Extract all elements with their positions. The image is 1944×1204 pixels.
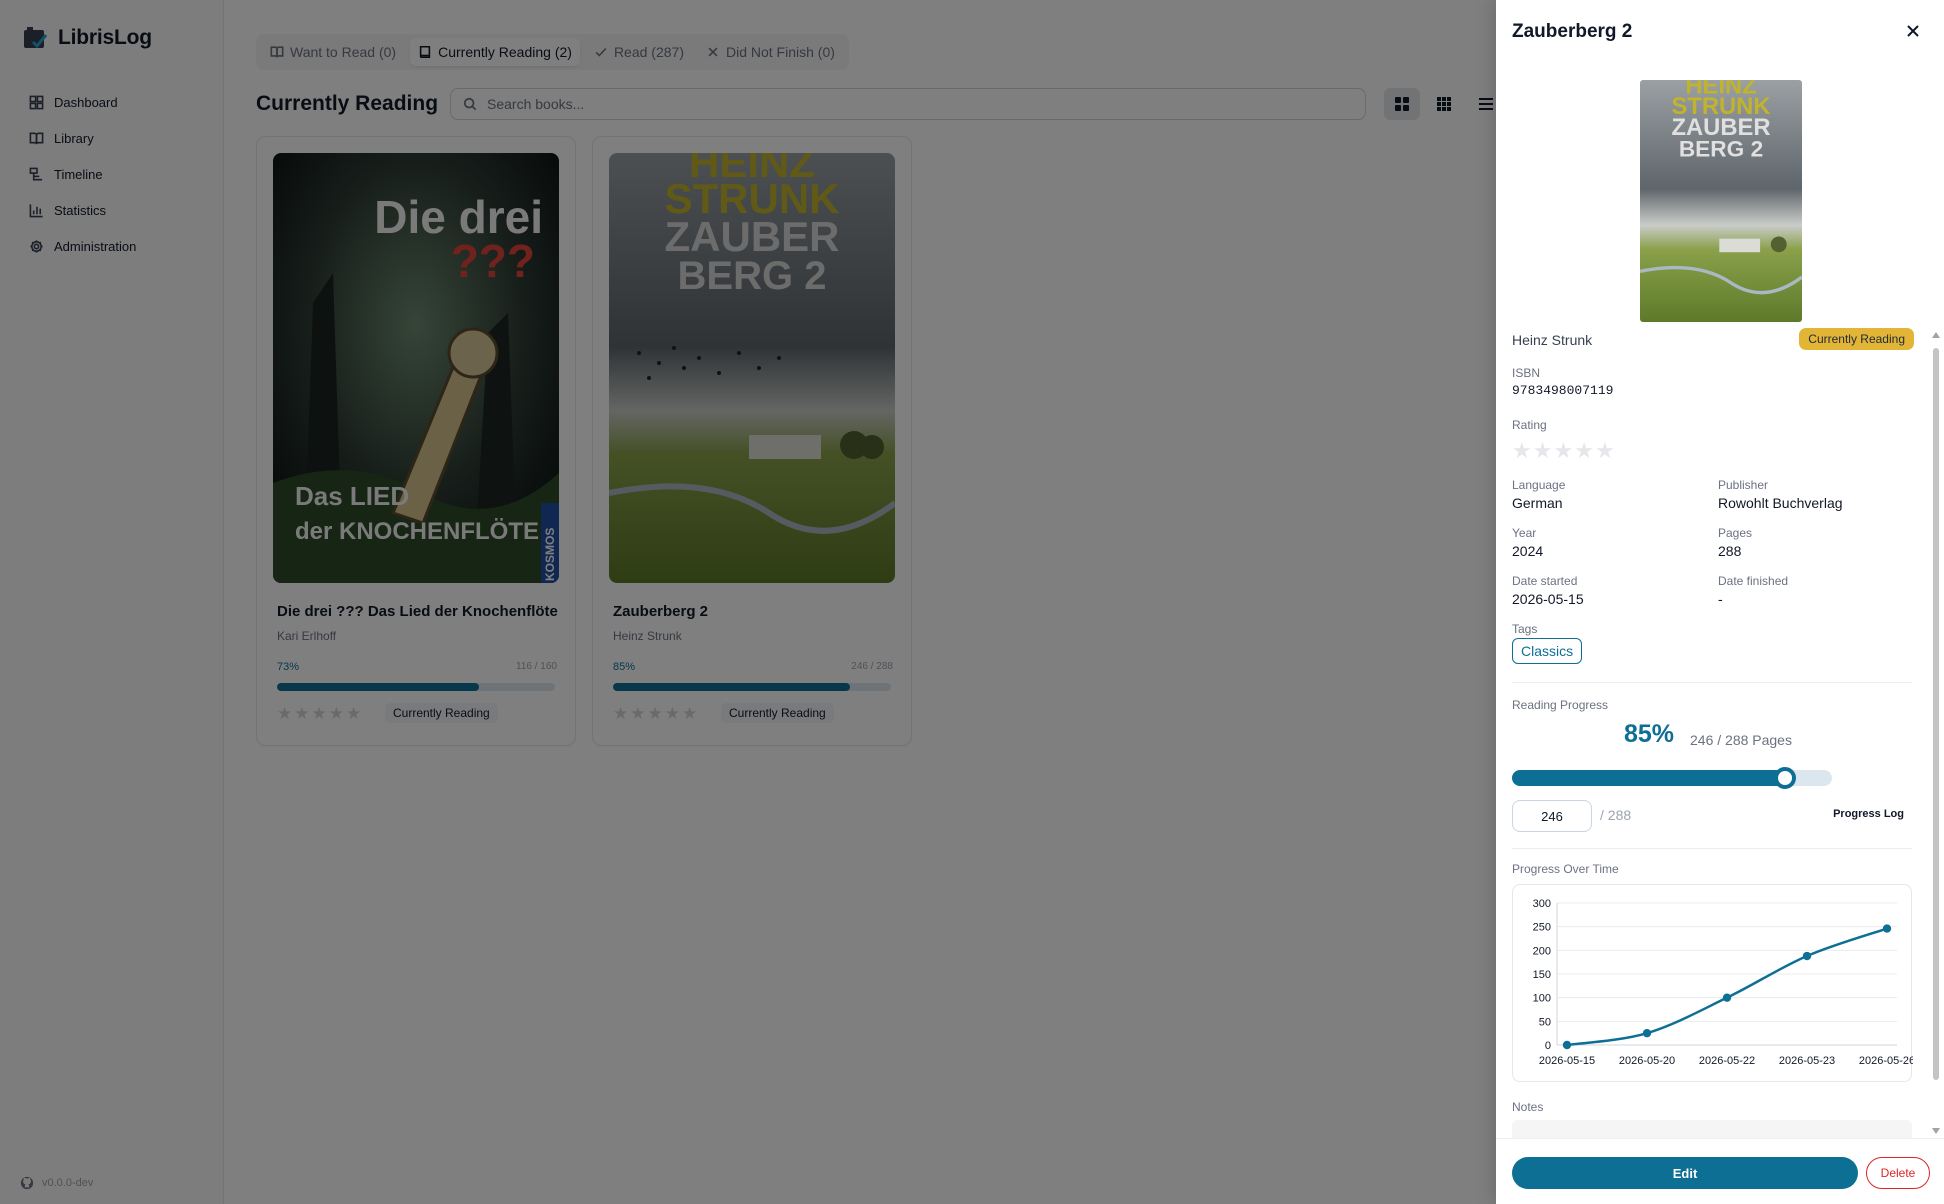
- chart-y-tick-label: 300: [1533, 898, 1551, 910]
- chart-y-tick-label: 100: [1533, 993, 1551, 1005]
- total-pages-label: / 288: [1600, 807, 1632, 823]
- cover-image-zauberberg: HEINZ STRUNK ZAUBER BERG 2: [1640, 80, 1802, 322]
- close-button[interactable]: [1904, 22, 1922, 40]
- edit-button[interactable]: Edit: [1512, 1157, 1858, 1189]
- chart-series-line: [1566, 927, 1888, 1047]
- language-label: Language: [1512, 478, 1566, 492]
- isbn-value: 9783498007119: [1512, 383, 1614, 398]
- chart-y-tick-label: 250: [1533, 922, 1551, 934]
- divider: [1512, 682, 1912, 683]
- chart-y-tick-label: 0: [1545, 1040, 1551, 1052]
- isbn-label: ISBN: [1512, 366, 1541, 380]
- star-icon[interactable]: ★: [1512, 440, 1532, 462]
- tag-chip[interactable]: Classics: [1512, 638, 1583, 664]
- pages-label: Pages: [1718, 526, 1753, 540]
- date-finished-label: Date finished: [1718, 574, 1789, 588]
- year-value: 2024: [1512, 543, 1544, 559]
- date-started-label: Date started: [1512, 574, 1578, 588]
- drawer-footer: Edit Delete: [1496, 1138, 1944, 1204]
- progress-slider-fill: [1512, 770, 1792, 786]
- star-icon[interactable]: ★: [1595, 440, 1615, 462]
- date-started-value: 2026-05-15: [1512, 591, 1584, 607]
- chart-data-point: [1562, 1040, 1572, 1050]
- star-icon[interactable]: ★: [1553, 440, 1573, 462]
- chart-data-point: [1722, 993, 1732, 1002]
- chart-data-point: [1882, 924, 1892, 933]
- rating-stars[interactable]: ★★★★★: [1512, 440, 1615, 462]
- chart-y-tick-label: 150: [1533, 969, 1551, 981]
- chart-x-tick-label: 2026-05-26: [1859, 1055, 1913, 1067]
- progress-slider[interactable]: [1512, 767, 1832, 789]
- reading-progress-percent: 85%: [1624, 720, 1675, 748]
- rating-label: Rating: [1512, 418, 1547, 432]
- publisher-value: Rowohlt Buchverlag: [1718, 495, 1843, 511]
- progress-over-time-label: Progress Over Time: [1512, 862, 1619, 876]
- progress-log-button[interactable]: Progress Log: [1833, 808, 1904, 820]
- chart-x-tick-label: 2026-05-23: [1779, 1055, 1835, 1067]
- reading-progress-label: Reading Progress: [1512, 698, 1609, 712]
- publisher-label: Publisher: [1718, 478, 1769, 492]
- detail-cover: HEINZ STRUNK ZAUBER BERG 2: [1640, 80, 1802, 322]
- scroll-down-arrow[interactable]: [1932, 1128, 1940, 1134]
- status-badge[interactable]: Currently Reading: [1799, 328, 1914, 350]
- star-icon[interactable]: ★: [1574, 440, 1594, 462]
- tags-label: Tags: [1512, 622, 1538, 636]
- year-label: Year: [1512, 526, 1537, 540]
- notes-field[interactable]: [1512, 1120, 1912, 1138]
- divider: [1512, 848, 1912, 849]
- notes-label: Notes: [1512, 1100, 1544, 1114]
- detail-title: Zauberberg 2: [1512, 21, 1633, 42]
- chart-data-point: [1802, 951, 1812, 961]
- reading-progress-pages: 246 / 288 Pages: [1690, 732, 1792, 748]
- date-finished-value: -: [1718, 591, 1723, 607]
- progress-chart-svg: 0 50 100 150 200 250 300 2026-05-15 2026-05-20 20…: [1533, 898, 1913, 1067]
- scrollbar-thumb[interactable]: [1933, 348, 1939, 1080]
- chart-x-tick-label: 2026-05-15: [1539, 1055, 1595, 1067]
- pages-value: 288: [1718, 543, 1742, 559]
- close-icon: [1907, 25, 1919, 37]
- current-page-input[interactable]: [1512, 800, 1592, 832]
- detail-author: Heinz Strunk: [1512, 332, 1593, 348]
- scroll-up-arrow[interactable]: [1932, 332, 1940, 338]
- chart-x-tick-label: 2026-05-22: [1699, 1055, 1755, 1067]
- chart-data-point: [1642, 1028, 1652, 1038]
- delete-button[interactable]: Delete: [1866, 1157, 1930, 1189]
- language-value: German: [1512, 495, 1563, 511]
- book-detail-drawer: Zauberberg 2 HEINZ STRUNK ZAUBER BERG 2 …: [1496, 0, 1944, 1204]
- progress-chart: 0 50 100 150 200 250 300 2026-05-15 2026-05-20 20…: [1512, 884, 1913, 1082]
- chart-y-tick-label: 50: [1539, 1016, 1551, 1028]
- chart-x-tick-label: 2026-05-20: [1619, 1055, 1675, 1067]
- cover-line4: BERG 2: [1679, 137, 1763, 162]
- progress-slider-thumb[interactable]: [1774, 767, 1797, 789]
- chart-y-tick-label: 200: [1533, 945, 1551, 957]
- star-icon[interactable]: ★: [1533, 440, 1553, 462]
